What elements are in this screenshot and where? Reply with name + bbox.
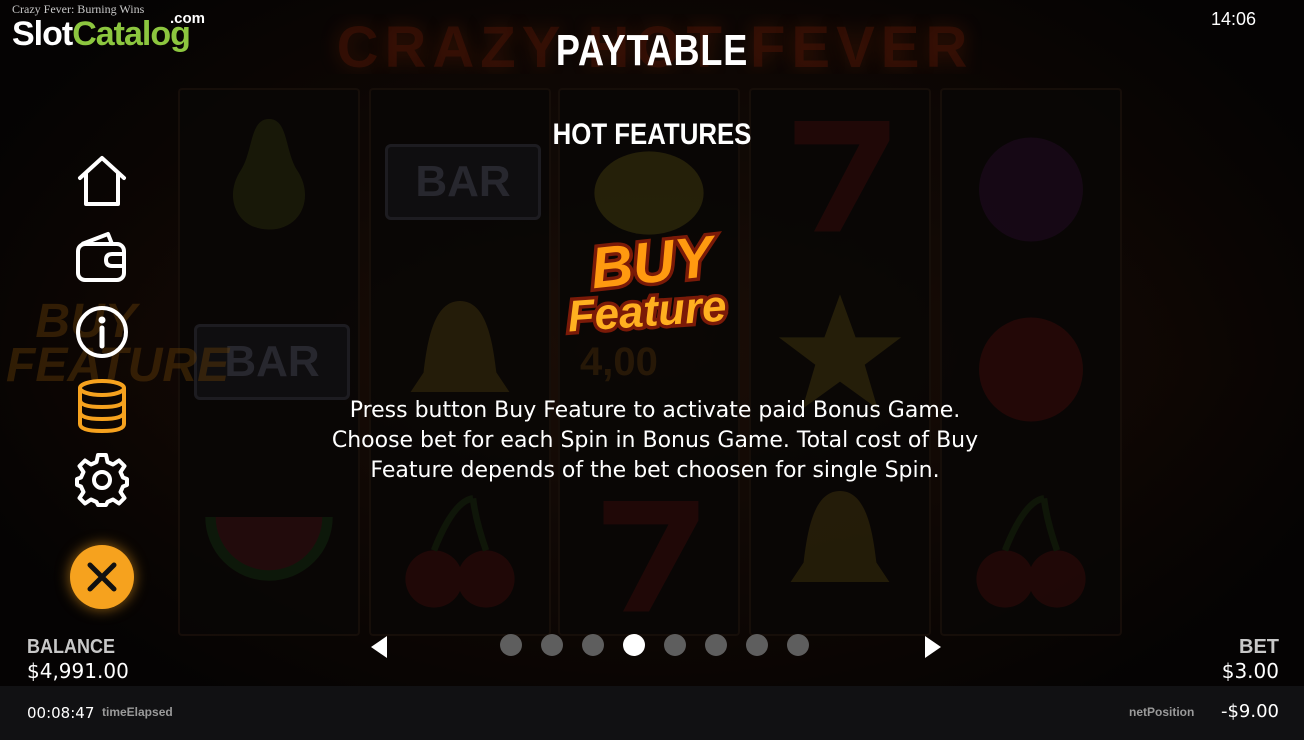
page-dot[interactable] xyxy=(664,634,686,656)
page-dot[interactable] xyxy=(746,634,768,656)
page-dot[interactable] xyxy=(541,634,563,656)
time-elapsed-value: 00:08:47 xyxy=(27,704,95,722)
watermark-com: .com xyxy=(170,10,206,27)
net-position-value: -$9.00 xyxy=(1220,701,1279,722)
page-dot[interactable] xyxy=(623,634,645,656)
page-dot[interactable] xyxy=(582,634,604,656)
status-bar: 00:08:47 timeElapsed netPosition -$9.00 xyxy=(0,686,1304,740)
next-page-arrow-icon[interactable] xyxy=(921,634,945,660)
close-paytable-button[interactable] xyxy=(70,545,134,609)
net-position-label: netPosition xyxy=(1129,705,1195,719)
balance-value: $4,991.00 xyxy=(27,659,129,683)
paytable-overlay xyxy=(0,0,1304,740)
wallet-icon xyxy=(76,232,126,282)
previous-page-arrow-icon[interactable] xyxy=(367,634,391,660)
section-title: HOT FEATURES xyxy=(552,118,752,151)
bet-label: BET xyxy=(1239,636,1279,658)
buy-logo-line2: Feature xyxy=(566,282,728,342)
page-dot[interactable] xyxy=(787,634,809,656)
paytable-title: PAYTABLE xyxy=(555,26,749,75)
close-icon xyxy=(87,562,117,592)
buy-feature-logo: BUY Feature xyxy=(562,222,731,342)
wallet-button[interactable] xyxy=(72,226,132,286)
page-dot[interactable] xyxy=(705,634,727,656)
info-icon xyxy=(76,306,128,358)
bet-value: $3.00 xyxy=(1221,659,1279,683)
info-button[interactable] xyxy=(72,302,132,362)
home-icon xyxy=(78,156,126,206)
clock: 14:06 xyxy=(1210,9,1256,29)
page-dot[interactable] xyxy=(500,634,522,656)
coins-button[interactable] xyxy=(72,376,132,436)
watermark-slot: Slot xyxy=(12,15,73,53)
coins-icon xyxy=(78,379,126,434)
time-elapsed-label: timeElapsed xyxy=(102,705,173,719)
home-button[interactable] xyxy=(72,150,132,210)
gear-icon xyxy=(75,453,129,507)
page-indicator xyxy=(500,634,809,656)
feature-description: Press button Buy Feature to activate pai… xyxy=(331,398,979,483)
settings-button[interactable] xyxy=(72,450,132,510)
balance-label: BALANCE xyxy=(27,636,116,658)
